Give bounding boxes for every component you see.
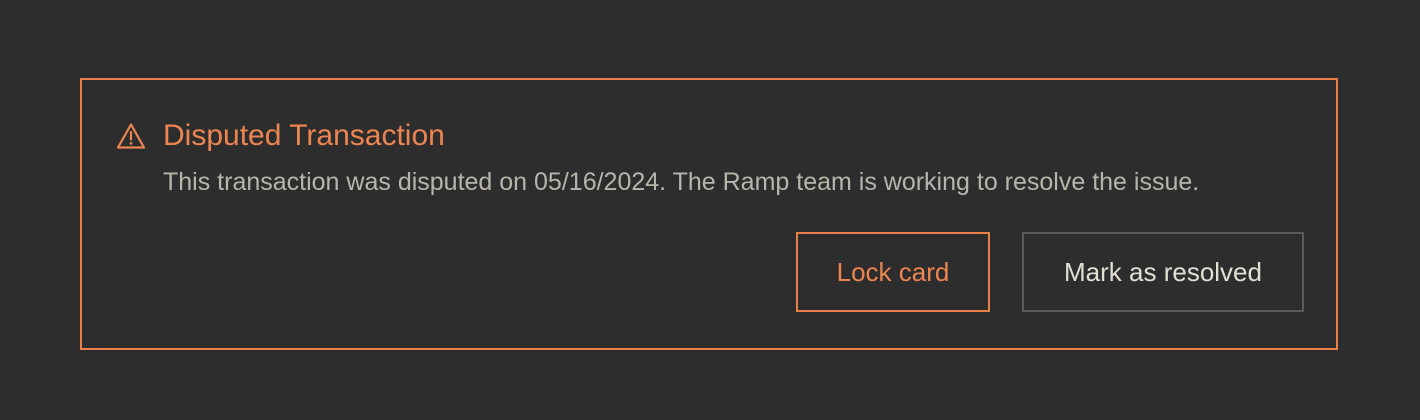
dispute-alert: Disputed Transaction This transaction wa… (80, 78, 1338, 350)
alert-message: This transaction was disputed on 05/16/2… (163, 168, 1200, 196)
lock-card-button[interactable]: Lock card (796, 232, 990, 312)
warning-triangle-icon (116, 123, 146, 149)
mark-as-resolved-button[interactable]: Mark as resolved (1022, 232, 1304, 312)
alert-title: Disputed Transaction (163, 119, 445, 152)
